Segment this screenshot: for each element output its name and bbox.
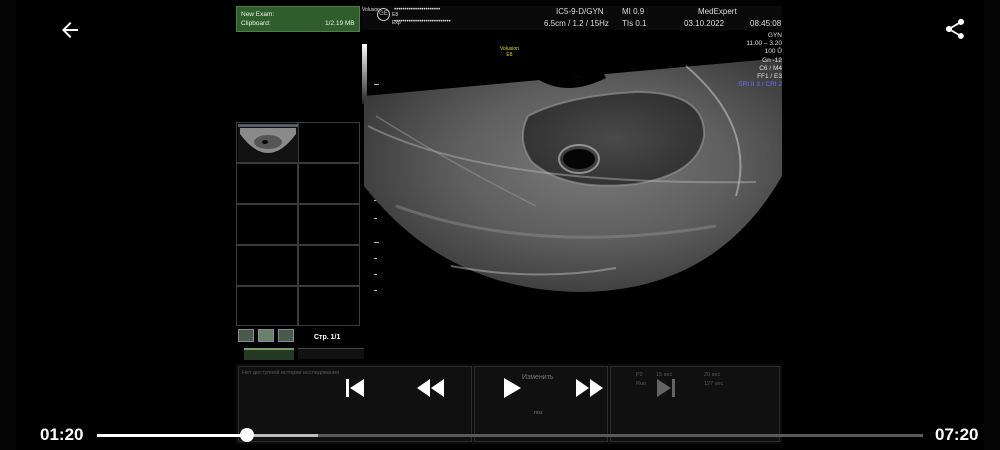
param-focus: FF1 / E3 xyxy=(757,73,782,81)
back-arrow-icon[interactable] xyxy=(58,18,82,42)
share-icon[interactable] xyxy=(943,17,967,41)
param-sri: SRI II 3 / CRI 2 xyxy=(738,81,782,89)
skip-previous-button[interactable] xyxy=(339,372,371,404)
skip-next-button[interactable] xyxy=(650,372,682,404)
fast-forward-icon xyxy=(576,379,603,397)
param-map: C6 / M4 xyxy=(759,64,782,72)
history-text: Нет доступной истории исследования xyxy=(242,370,339,376)
play-icon xyxy=(504,378,521,398)
video-player[interactable]: New Exam: Clipboard: 1/2.19 MB Стр. 1/1 … xyxy=(0,0,1000,450)
param-preset: GYN xyxy=(767,32,782,39)
rewind-button[interactable] xyxy=(414,372,448,404)
seek-bar[interactable] xyxy=(97,428,923,442)
right-panel-127sec: 127 sec xyxy=(704,381,724,387)
skip-previous-icon xyxy=(346,379,364,397)
seek-played xyxy=(97,433,248,437)
play-button[interactable] xyxy=(496,372,528,404)
fast-forward-button[interactable] xyxy=(572,372,606,404)
center-button-sub: поз xyxy=(534,410,543,416)
right-letterbox xyxy=(984,0,1000,450)
left-letterbox xyxy=(0,0,16,450)
right-panel-p2: P2 xyxy=(636,372,643,378)
param-power: 100 Ů xyxy=(764,48,782,56)
total-time: 07:20 xyxy=(935,425,979,444)
right-panel-run: Run xyxy=(636,381,647,387)
current-time: 01:20 xyxy=(40,425,84,444)
right-panel-20sec: 20 sec xyxy=(704,372,721,378)
rewind-icon xyxy=(417,379,444,397)
scan-parameters: GYN 11.00 – 3.20 100 Ů Gn -12 C6 / M4 FF… xyxy=(722,32,782,89)
skip-next-icon xyxy=(657,379,675,397)
param-gain: Gn -12 xyxy=(762,56,782,64)
